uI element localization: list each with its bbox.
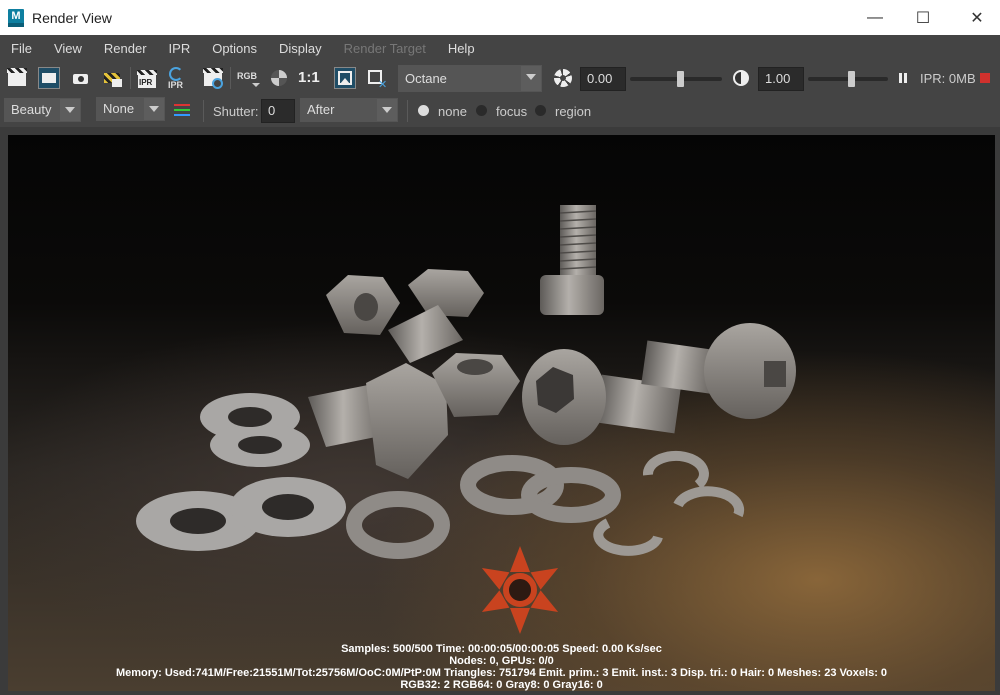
chevron-down-icon: [60, 99, 80, 121]
window-title: Render View: [32, 9, 112, 26]
render-viewport[interactable]: Samples: 500/500 Time: 00:00:05/00:00:05…: [8, 135, 995, 691]
render-pass-value: Beauty: [11, 102, 52, 117]
remove-image-icon[interactable]: ✕: [366, 67, 388, 91]
maximize-button[interactable]: ☐: [900, 0, 946, 35]
keep-image-icon[interactable]: [334, 67, 356, 89]
channels-icon[interactable]: [172, 99, 194, 121]
menu-ipr[interactable]: IPR: [158, 35, 202, 62]
shutter-value: 0: [268, 103, 276, 118]
render-stats-line-3: Memory: Used:741M/Free:21551M/Tot:25756M…: [115, 667, 888, 679]
standing-cap-screw: [540, 205, 604, 315]
gamma-slider[interactable]: [808, 71, 888, 87]
exposure-field[interactable]: 0.00: [580, 67, 626, 91]
chevron-down-icon: [144, 98, 164, 120]
menu-render[interactable]: Render: [93, 35, 158, 62]
ipr-memory-label: IPR: 0MB: [920, 71, 976, 86]
stop-render-icon[interactable]: [980, 73, 990, 83]
exposure-slider-handle[interactable]: [677, 71, 684, 87]
renderer-dropdown-value: Octane: [405, 71, 447, 86]
snapshot-camera-icon[interactable]: [70, 67, 92, 89]
render-stats-line-4: RGB32: 2 RGB64: 0 Gray8: 0 Gray16: 0: [400, 679, 603, 691]
app-icon-letter: M: [11, 9, 21, 22]
display-alpha-icon[interactable]: [268, 67, 290, 89]
exposure-slider[interactable]: [630, 71, 722, 87]
gamma-field[interactable]: 1.00: [758, 67, 804, 91]
gamma-value: 1.00: [765, 71, 791, 86]
exposure-value: 0.00: [587, 71, 613, 86]
radio-none-label: none: [438, 104, 467, 119]
render-region-icon[interactable]: [38, 67, 60, 89]
shutter-mode-value: After: [307, 102, 335, 117]
chevron-down-icon: [521, 66, 541, 91]
radio-focus[interactable]: [476, 105, 487, 116]
rgb-label: RGB: [237, 71, 257, 81]
ipr-refresh-label: IPR: [168, 80, 184, 90]
chevron-down-icon: [377, 99, 397, 121]
pause-ipr-icon[interactable]: [896, 67, 910, 89]
secondary-toolbar: Beauty None Shutter: 0 After none focus …: [0, 95, 1000, 127]
radio-region[interactable]: [535, 105, 546, 116]
render-stats-line-2: Nodes: 0, GPUs: 0/0: [449, 655, 554, 667]
hex-bolt-small: [388, 269, 484, 363]
ipr-refresh-icon[interactable]: IPR: [166, 67, 188, 90]
radio-focus-label: focus: [496, 104, 528, 119]
menu-render-target[interactable]: Render Target: [333, 35, 437, 62]
render-settings-icon[interactable]: [202, 67, 224, 89]
menu-view[interactable]: View: [43, 35, 93, 62]
layer-dropdown[interactable]: None: [96, 97, 165, 121]
gamma-icon[interactable]: [730, 67, 752, 89]
shutter-mode-dropdown[interactable]: After: [300, 98, 398, 122]
radio-region-label: region: [555, 104, 592, 119]
e-clips: [593, 450, 745, 556]
close-button[interactable]: ✕: [954, 0, 1000, 35]
maya-app-icon: M: [8, 8, 24, 27]
minimize-button[interactable]: —: [852, 0, 898, 35]
rendered-image: [136, 205, 796, 634]
title-bar: M Render View — ☐ ✕: [0, 0, 1000, 35]
render-sequence-icon[interactable]: [102, 67, 124, 89]
maximize-icon: ☐: [915, 9, 931, 27]
render-frame-icon[interactable]: [6, 67, 28, 89]
display-rgb-icon[interactable]: RGB: [236, 67, 260, 89]
close-icon: ✕: [970, 9, 984, 27]
main-toolbar: IPR IPR RGB 1:1 ✕ Octane 0.00 1.00 IPR: …: [0, 62, 1000, 95]
minimize-icon: —: [867, 8, 883, 26]
octane-logo: [481, 546, 559, 634]
exposure-aperture-icon[interactable]: [552, 67, 574, 89]
render-stats-line-1: Samples: 500/500 Time: 00:00:05/00:00:05…: [341, 643, 662, 655]
hex-nut: [326, 275, 400, 335]
menu-bar: File View Render IPR Options Display Ren…: [0, 35, 1000, 62]
ipr-render-icon[interactable]: IPR: [136, 67, 158, 89]
ipr-render-icon-label: IPR: [139, 78, 153, 87]
flat-washers: [346, 455, 621, 559]
shutter-field[interactable]: 0: [261, 99, 295, 123]
menu-display[interactable]: Display: [268, 35, 333, 62]
renderer-dropdown[interactable]: Octane: [398, 65, 542, 92]
layer-dropdown-value: None: [103, 101, 135, 116]
radio-none[interactable]: [418, 105, 429, 116]
render-pass-dropdown[interactable]: Beauty: [4, 98, 81, 122]
menu-help[interactable]: Help: [437, 35, 486, 62]
real-size-button[interactable]: 1:1: [298, 67, 328, 89]
menu-file[interactable]: File: [0, 35, 43, 62]
real-size-label: 1:1: [298, 69, 320, 86]
gamma-slider-handle[interactable]: [848, 71, 855, 87]
shutter-label: Shutter:: [213, 104, 259, 119]
menu-options[interactable]: Options: [201, 35, 268, 62]
hex-bolt-large: [308, 363, 448, 479]
